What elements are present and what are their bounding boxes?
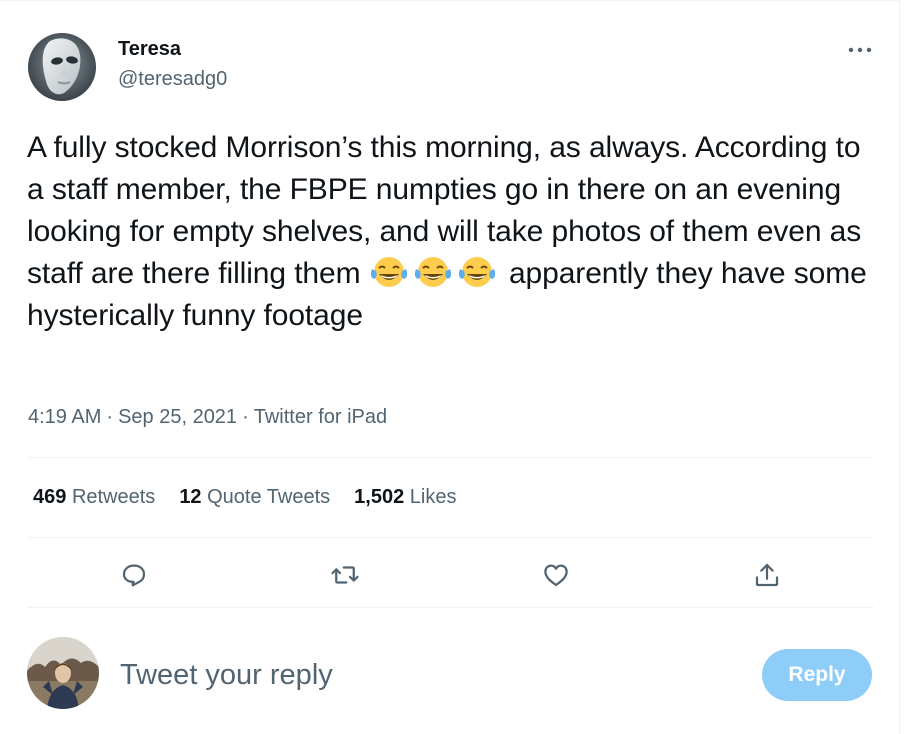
reply-submit-button[interactable]: Reply [762,649,872,701]
reply-input[interactable] [120,653,740,697]
share-button[interactable] [747,555,787,595]
more-options-button[interactable] [838,35,882,65]
likes-label: Likes [409,486,457,508]
tweet-time[interactable]: 4:19 AM [28,406,101,428]
reply-bubble-icon [122,564,146,587]
tweet-meta: 4:19 AM · Sep 25, 2021 · Twitter for iPad [28,403,387,431]
quote-tweets-count: 12 [179,486,202,508]
meta-separator: · [242,406,249,428]
more-dots-icon [848,47,872,53]
divider [28,457,874,458]
retweet-icon [331,566,359,584]
divider [28,537,874,538]
engagement-stats: 469 Retweets 12 Quote Tweets 1,502 Likes [33,483,481,511]
meta-separator: · [106,406,114,428]
quote-tweets-label: Quote Tweets [207,486,331,508]
retweet-button[interactable] [325,555,365,595]
tweet-detail-panel: Teresa @teresadg0 A fully stocked Morris… [0,0,900,734]
face-with-tears-of-joy-icon [369,255,411,289]
divider [28,607,874,608]
face-with-tears-of-joy-icon [457,255,499,289]
quote-tweets-stat[interactable]: 12 Quote Tweets [179,483,330,511]
author-display-name[interactable]: Teresa [118,37,181,61]
tweet-text: A fully stocked Morrison’s this morning,… [27,127,877,337]
tweet-date[interactable]: Sep 25, 2021 [118,406,237,428]
likes-stat[interactable]: 1,502 Likes [354,483,456,511]
retweets-label: Retweets [71,486,156,508]
retweets-count: 469 [33,486,67,508]
tweet-source[interactable]: Twitter for iPad [254,406,387,428]
like-button[interactable] [536,555,576,595]
mask-avatar-icon [28,33,96,101]
author-handle[interactable]: @teresadg0 [118,67,227,91]
share-icon [755,563,779,587]
face-with-tears-of-joy-icon [413,255,455,289]
user-photo-avatar-icon [27,637,99,709]
retweets-stat[interactable]: 469 Retweets [33,483,155,511]
heart-icon [544,564,568,587]
likes-count: 1,502 [354,486,405,508]
reply-button[interactable] [114,555,154,595]
current-user-avatar[interactable] [27,637,99,709]
author-avatar[interactable] [28,33,96,101]
